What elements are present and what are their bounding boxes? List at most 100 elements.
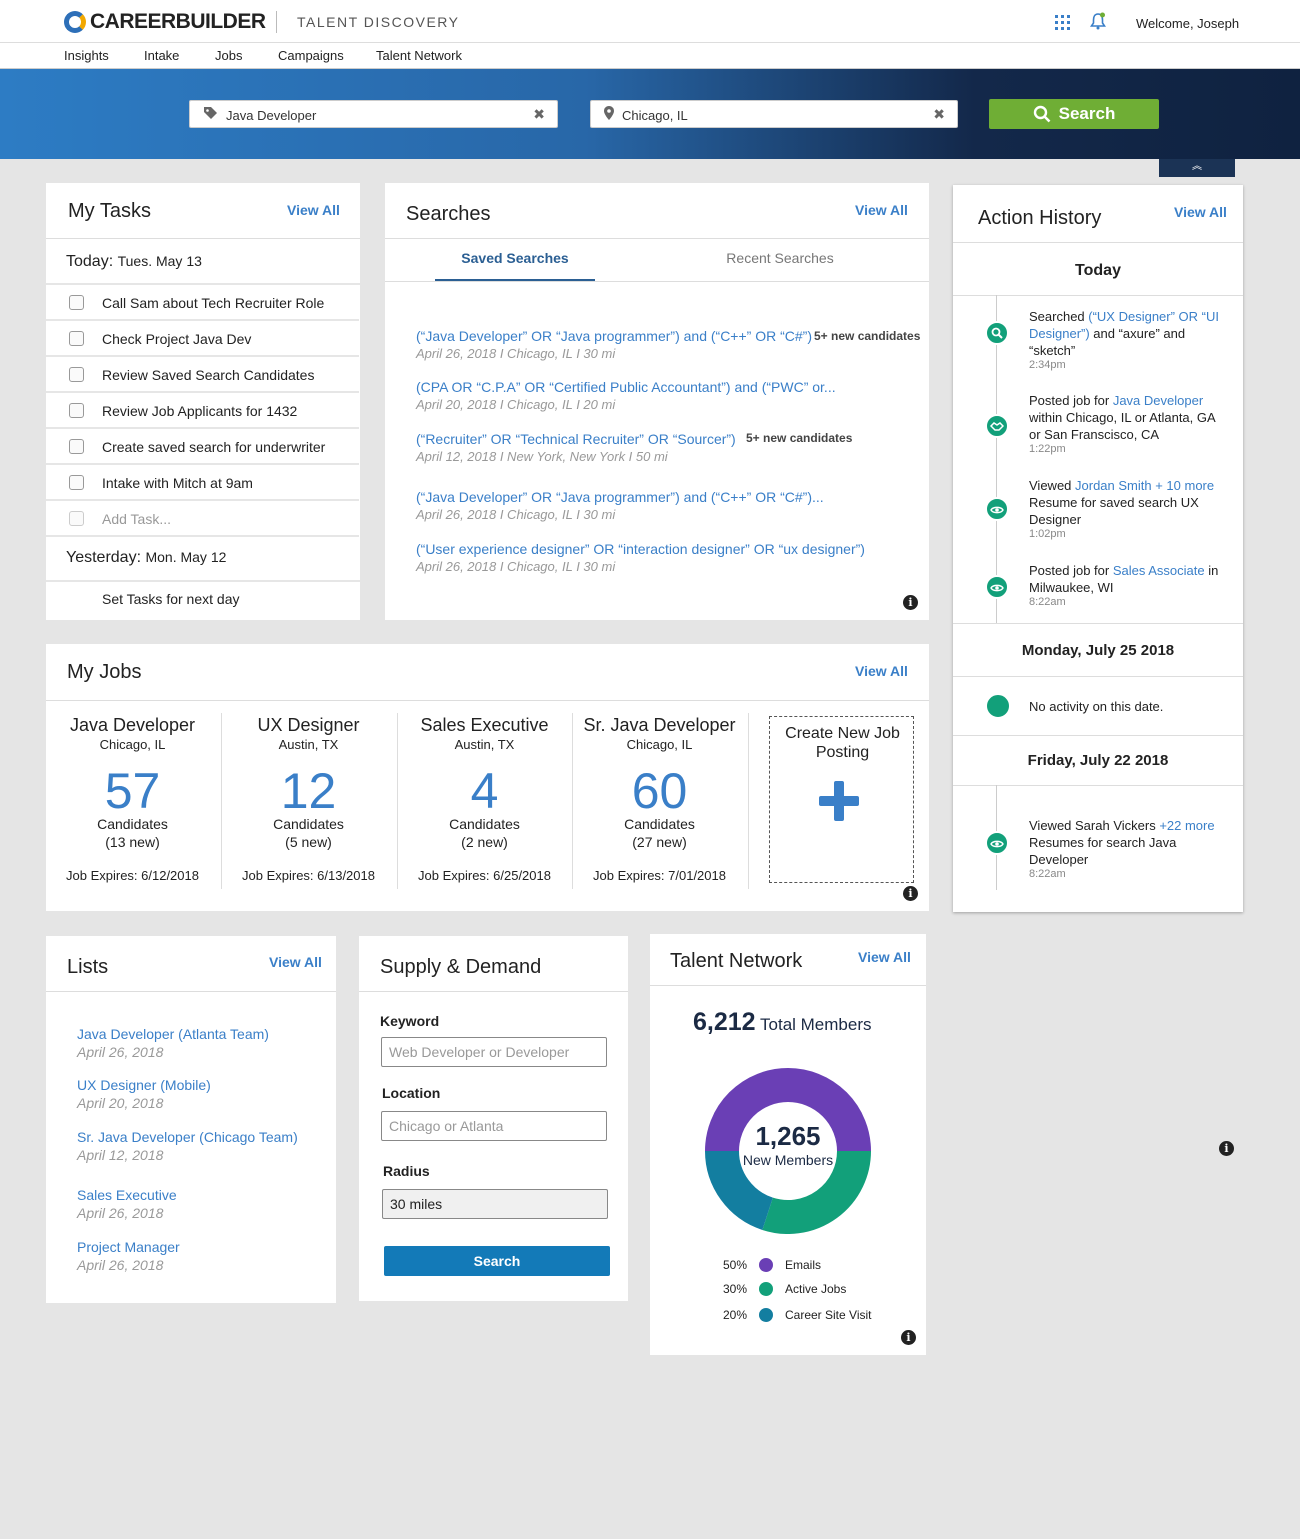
task-label: Intake with Mitch at 9am xyxy=(102,475,253,491)
task-item[interactable]: Call Sam about Tech Recruiter Role xyxy=(46,285,359,321)
action-link[interactable]: Sales Associate xyxy=(1113,563,1205,578)
supply-demand-search-button[interactable]: Search xyxy=(384,1246,610,1276)
clear-location-icon[interactable]: ✖ xyxy=(933,106,945,123)
radius-select[interactable]: 30 miles xyxy=(382,1189,608,1219)
task-checkbox[interactable] xyxy=(69,475,84,490)
searches-view-all-link[interactable]: View All xyxy=(855,202,908,218)
task-checkbox[interactable] xyxy=(69,367,84,382)
legend-swatch xyxy=(759,1258,773,1272)
add-task-checkbox xyxy=(69,511,84,526)
nav-intake[interactable]: Intake xyxy=(144,48,179,63)
clear-keyword-icon[interactable]: ✖ xyxy=(533,106,545,123)
list-link[interactable]: Sr. Java Developer (Chicago Team) xyxy=(77,1129,298,1145)
job-location: Austin, TX xyxy=(454,737,515,752)
saved-search-link[interactable]: (“Java Developer” OR “Java programmer”) … xyxy=(416,489,824,505)
saved-search-link[interactable]: (“Java Developer” OR “Java programmer”) … xyxy=(416,328,812,344)
logo-divider xyxy=(276,11,277,33)
job-card-ux-designer[interactable]: UX Designer Austin, TX 12 Candidates (5 … xyxy=(221,715,396,883)
legend-swatch xyxy=(759,1308,773,1322)
yesterday-label: Yesterday: xyxy=(66,549,142,566)
notification-bell-icon[interactable] xyxy=(1090,12,1106,35)
apps-grid-icon[interactable] xyxy=(1055,15,1070,30)
candidate-count[interactable]: 4 xyxy=(397,766,572,816)
task-checkbox[interactable] xyxy=(69,331,84,346)
nav-talent-network[interactable]: Talent Network xyxy=(376,48,462,63)
divider xyxy=(953,242,1243,243)
candidates-label: Candidates xyxy=(273,816,344,832)
saved-search-link[interactable]: (“User experience designer” OR “interact… xyxy=(416,541,865,557)
location-input[interactable]: Chicago or Atlanta xyxy=(381,1111,607,1141)
logo-icon xyxy=(64,11,86,33)
keyword-value: Java Developer xyxy=(226,108,317,123)
day-heading: Friday, July 22 2018 xyxy=(1027,752,1169,769)
action-history-view-all-link[interactable]: View All xyxy=(1174,204,1227,220)
list-link[interactable]: Sales Executive xyxy=(77,1187,177,1203)
action-text: Resumes for search Java Developer xyxy=(1029,835,1177,867)
saved-search-link[interactable]: (“Recruiter” OR “Technical Recruiter” OR… xyxy=(416,431,736,447)
task-label: Review Saved Search Candidates xyxy=(102,367,315,383)
tasks-view-all-link[interactable]: View All xyxy=(287,202,340,218)
job-card-sales-executive[interactable]: Sales Executive Austin, TX 4 Candidates … xyxy=(397,715,572,883)
list-link[interactable]: Project Manager xyxy=(77,1239,180,1255)
divider xyxy=(650,985,926,986)
list-date: April 26, 2018 xyxy=(77,1205,164,1221)
candidate-count[interactable]: 57 xyxy=(45,766,220,816)
info-icon[interactable]: i xyxy=(903,886,918,901)
welcome-user[interactable]: Welcome, Joseph xyxy=(1136,16,1239,31)
job-expiry: Job Expires: 6/25/2018 xyxy=(418,868,551,883)
today-heading: Today xyxy=(1075,262,1121,279)
new-candidates: (5 new) xyxy=(285,834,332,850)
nav-campaigns[interactable]: Campaigns xyxy=(278,48,344,63)
add-task-row[interactable]: Add Task... xyxy=(46,501,359,537)
candidate-count[interactable]: 12 xyxy=(221,766,396,816)
nav-insights[interactable]: Insights xyxy=(64,48,109,63)
nav-jobs[interactable]: Jobs xyxy=(215,48,242,63)
action-text: Posted job for xyxy=(1029,393,1113,408)
keyword-input[interactable]: Web Developer or Developer xyxy=(381,1037,607,1067)
task-item[interactable]: Review Job Applicants for 1432 xyxy=(46,393,359,429)
action-link[interactable]: Java Developer xyxy=(1113,393,1203,408)
tab-recent-searches[interactable]: Recent Searches xyxy=(700,250,860,266)
info-icon[interactable]: i xyxy=(1219,1141,1234,1156)
action-link[interactable]: +22 more xyxy=(1159,818,1214,833)
location-label: Location xyxy=(382,1085,441,1101)
list-link[interactable]: Java Developer (Atlanta Team) xyxy=(77,1026,269,1042)
set-tasks-link[interactable]: Set Tasks for next day xyxy=(102,591,239,607)
careerbuilder-logo[interactable]: CAREERBUILDER xyxy=(64,9,266,35)
tag-icon xyxy=(203,106,219,123)
task-label: Call Sam about Tech Recruiter Role xyxy=(102,295,325,311)
jobs-view-all-link[interactable]: View All xyxy=(855,663,908,679)
job-location: Chicago, IL xyxy=(99,737,166,752)
task-item[interactable]: Check Project Java Dev xyxy=(46,321,359,357)
info-icon[interactable]: i xyxy=(903,595,918,610)
job-card-java-developer[interactable]: Java Developer Chicago, IL 57 Candidates… xyxy=(45,715,220,883)
talent-network-view-all-link[interactable]: View All xyxy=(858,949,911,965)
tab-saved-searches[interactable]: Saved Searches xyxy=(435,250,595,266)
action-link[interactable]: Jordan Smith + 10 more xyxy=(1075,478,1214,493)
search-button[interactable]: Search xyxy=(989,99,1159,129)
saved-search-link[interactable]: (CPA OR “C.P.A” OR “Certified Public Acc… xyxy=(416,379,836,395)
lists-view-all-link[interactable]: View All xyxy=(269,954,322,970)
create-new-job-button[interactable]: Create New Job Posting xyxy=(769,716,914,883)
new-candidates-badge: 5+ new candidates xyxy=(814,329,921,343)
collapse-banner-button[interactable]: ︽ xyxy=(1159,159,1235,177)
action-text: Viewed Sarah Vickers xyxy=(1029,818,1160,833)
add-task-input[interactable]: Add Task... xyxy=(102,511,171,527)
job-card-sr-java-developer[interactable]: Sr. Java Developer Chicago, IL 60 Candid… xyxy=(572,715,747,883)
list-link[interactable]: UX Designer (Mobile) xyxy=(77,1077,211,1093)
yesterday-heading: Yesterday: Mon. May 12 xyxy=(66,549,226,567)
new-members-value: 1,265 xyxy=(755,1121,821,1151)
chevron-up-icon: ︽ xyxy=(1192,161,1202,172)
location-search-input[interactable]: Chicago, IL ✖ xyxy=(590,100,958,128)
task-checkbox[interactable] xyxy=(69,295,84,310)
task-label: Review Job Applicants for 1432 xyxy=(102,403,298,419)
task-item[interactable]: Review Saved Search Candidates xyxy=(46,357,359,393)
new-candidates: (13 new) xyxy=(105,834,160,850)
info-icon[interactable]: i xyxy=(901,1330,916,1345)
candidate-count[interactable]: 60 xyxy=(572,766,747,816)
task-item[interactable]: Create saved search for underwriter xyxy=(46,429,359,465)
keyword-search-input[interactable]: Java Developer ✖ xyxy=(189,100,558,128)
task-checkbox[interactable] xyxy=(69,403,84,418)
task-checkbox[interactable] xyxy=(69,439,84,454)
task-item[interactable]: Intake with Mitch at 9am xyxy=(46,465,359,501)
